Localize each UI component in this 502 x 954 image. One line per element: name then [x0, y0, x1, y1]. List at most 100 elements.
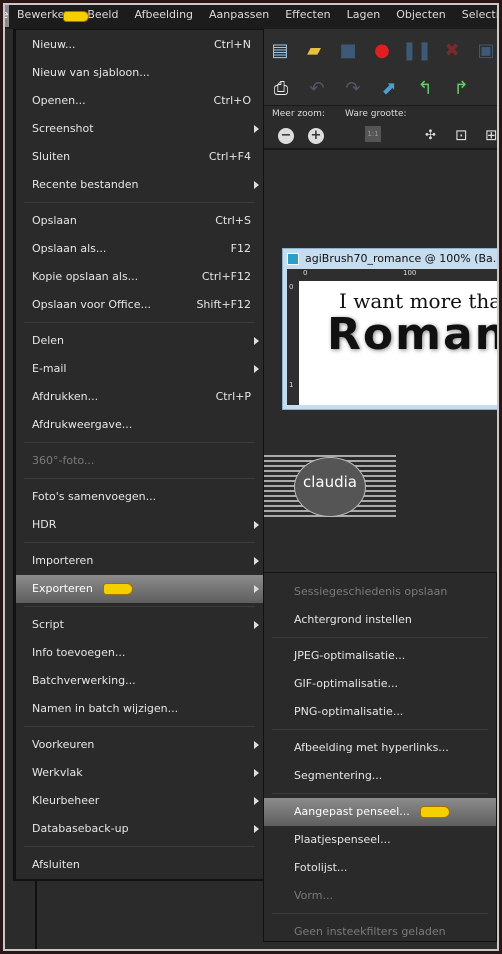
menubar-lagen[interactable]: Lagen	[339, 5, 389, 27]
menu-separator	[16, 723, 263, 731]
menu-item-afdrukweergave[interactable]: Afdrukweergave...	[16, 411, 263, 439]
ruler-mark: 0	[303, 269, 308, 277]
menu-item-namen-in-batch-wijzigen[interactable]: Namen in batch wijzigen...	[16, 695, 263, 723]
menu-item-fotolijst[interactable]: Fotolijst...	[264, 854, 496, 882]
zoom-in-icon[interactable]: +	[308, 128, 324, 144]
menu-item-label: Importeren	[32, 554, 94, 567]
menu-item-delen[interactable]: Delen	[16, 327, 263, 355]
menu-item-segmentering[interactable]: Segmentering...	[264, 762, 496, 790]
undo-icon[interactable]: ↶	[305, 76, 329, 100]
menu-separator	[264, 634, 496, 642]
menu-item-label: Opslaan voor Office...	[32, 298, 151, 311]
menu-item-png-optimalisatie[interactable]: PNG-optimalisatie...	[264, 698, 496, 726]
menubar-afbeelding[interactable]: Afbeelding	[126, 5, 201, 27]
menu-separator	[264, 910, 496, 918]
menu-item-jpeg-optimalisatie[interactable]: JPEG-optimalisatie...	[264, 642, 496, 670]
menu-item-label: Script	[32, 618, 64, 631]
menu-item-opslaan[interactable]: Opslaan Ctrl+S	[16, 207, 263, 235]
horizontal-ruler: 0 100	[287, 269, 497, 281]
menu-item-werkvlak[interactable]: Werkvlak	[16, 759, 263, 787]
menu-item-afsluiten[interactable]: Afsluiten	[16, 851, 263, 879]
menu-item-exporteren[interactable]: Exporteren	[16, 575, 263, 603]
screenshot-frame: BestandBewerkenBeeldAfbeeldingAanpassenE…	[3, 3, 499, 951]
file-menu: Nieuw... Ctrl+N Nieuw van sjabloon... Opene…	[13, 29, 264, 880]
menu-item-label: Vorm...	[294, 889, 333, 902]
menubar-aanpassen[interactable]: Aanpassen	[201, 5, 277, 27]
menu-item-foto-s-samenvoegen[interactable]: Foto's samenvoegen...	[16, 483, 263, 511]
zoom-out-icon[interactable]: −	[278, 128, 294, 144]
image-window-title[interactable]: agiBrush70_romance @ 100% (Ba...	[283, 249, 497, 269]
submenu-arrow-icon	[254, 125, 259, 133]
menu-item-label: Fotolijst...	[294, 861, 348, 874]
watermark-logo: claudia	[262, 455, 396, 519]
record-icon[interactable]: ●	[371, 38, 393, 62]
pause-icon[interactable]: ❚❚	[402, 38, 432, 62]
menu-item-label: Afdrukweergave...	[32, 418, 133, 431]
image-canvas[interactable]: I want more tha Roman	[299, 281, 497, 405]
menu-item-label: GIF-optimalisatie...	[294, 677, 399, 690]
fit-window-icon[interactable]: ✣	[425, 128, 436, 143]
menu-item-opslaan-voor-office[interactable]: Opslaan voor Office... Shift+F12	[16, 291, 263, 319]
pointer-hand-icon	[102, 583, 133, 595]
canvas-text-line2: Roman	[327, 309, 497, 360]
menu-item-label: Kopie opslaan als...	[32, 270, 139, 283]
redo-icon[interactable]: ↷	[341, 76, 365, 100]
menu-item-label: Screenshot	[32, 122, 94, 135]
menu-item-opslaan-als[interactable]: Opslaan als... F12	[16, 235, 263, 263]
menu-item-openen[interactable]: Openen... Ctrl+O	[16, 87, 263, 115]
menu-item-sluiten[interactable]: Sluiten Ctrl+F4	[16, 143, 263, 171]
menu-item-batchverwerking[interactable]: Batchverwerking...	[16, 667, 263, 695]
menubar-effecten[interactable]: Effecten	[277, 5, 338, 27]
ruler-mark: 1	[289, 381, 294, 389]
menu-item-label: Openen...	[32, 94, 86, 107]
fit-screen-icon[interactable]: ⊞	[485, 126, 497, 144]
menu-item-label: Recente bestanden	[32, 178, 139, 191]
submenu-arrow-icon	[254, 825, 259, 833]
rotate-left-icon[interactable]: ↰	[413, 76, 437, 100]
menu-item-label: Voorkeuren	[32, 738, 95, 751]
menu-item-info-toevoegen[interactable]: Info toevoegen...	[16, 639, 263, 667]
menu-separator	[16, 603, 263, 611]
delete-icon[interactable]: ✖	[441, 38, 463, 62]
resize-icon[interactable]: ⬈	[377, 76, 401, 100]
menu-item-gif-optimalisatie[interactable]: GIF-optimalisatie...	[264, 670, 496, 698]
menu-item-label: Info toevoegen...	[32, 646, 126, 659]
print-icon[interactable]: ⎙	[269, 76, 293, 100]
menu-item-screenshot[interactable]: Screenshot	[16, 115, 263, 143]
menu-item-recente-bestanden[interactable]: Recente bestanden	[16, 171, 263, 199]
submenu-arrow-icon	[254, 521, 259, 529]
menu-item-achtergrond-instellen[interactable]: Achtergrond instellen	[264, 606, 496, 634]
stop-icon[interactable]: ■	[337, 38, 359, 62]
image-title-text: agiBrush70_romance @ 100% (Ba...	[305, 252, 497, 265]
open-folder-icon[interactable]: ▰	[303, 38, 325, 62]
menu-item-afbeelding-met-hyperlinks[interactable]: Afbeelding met hyperlinks...	[264, 734, 496, 762]
menubar-objecten[interactable]: Objecten	[388, 5, 454, 27]
menu-item-nieuw-van-sjabloon[interactable]: Nieuw van sjabloon...	[16, 59, 263, 87]
menu-item-voorkeuren[interactable]: Voorkeuren	[16, 731, 263, 759]
menu-item-kleurbeheer[interactable]: Kleurbeheer	[16, 787, 263, 815]
menu-item-importeren[interactable]: Importeren	[16, 547, 263, 575]
menu-item-aangepast-penseel[interactable]: Aangepast penseel...	[264, 798, 496, 826]
menu-item-hdr[interactable]: HDR	[16, 511, 263, 539]
image-window[interactable]: agiBrush70_romance @ 100% (Ba... 0 100 0 1…	[282, 248, 497, 410]
menu-item-plaatjespenseel[interactable]: Plaatjespenseel...	[264, 826, 496, 854]
actual-size-button[interactable]: 1:1	[365, 126, 381, 142]
menu-separator	[16, 319, 263, 327]
menu-item-shortcut: F12	[230, 242, 251, 255]
image-icon	[287, 253, 299, 265]
menu-item-script[interactable]: Script	[16, 611, 263, 639]
menu-item-kopie-opslaan-als[interactable]: Kopie opslaan als... Ctrl+F12	[16, 263, 263, 291]
menu-item-e-mail[interactable]: E-mail	[16, 355, 263, 383]
menu-item-nieuw[interactable]: Nieuw... Ctrl+N	[16, 31, 263, 59]
menu-item-label: Batchverwerking...	[32, 674, 136, 687]
menu-item-afdrukken[interactable]: Afdrukken... Ctrl+P	[16, 383, 263, 411]
submenu-arrow-icon	[254, 337, 259, 345]
menu-item-shortcut: Ctrl+O	[213, 94, 251, 107]
fit-image-icon[interactable]: ⊡	[455, 126, 468, 144]
rotate-right-icon[interactable]: ↱	[449, 76, 473, 100]
organizer-icon[interactable]: ▤	[269, 38, 291, 62]
menu-item-databaseback-up[interactable]: Databaseback-up	[16, 815, 263, 843]
menu-separator	[16, 843, 263, 851]
menubar-selecties[interactable]: Selecties	[454, 5, 497, 27]
save-icon[interactable]: ▣	[475, 38, 497, 62]
